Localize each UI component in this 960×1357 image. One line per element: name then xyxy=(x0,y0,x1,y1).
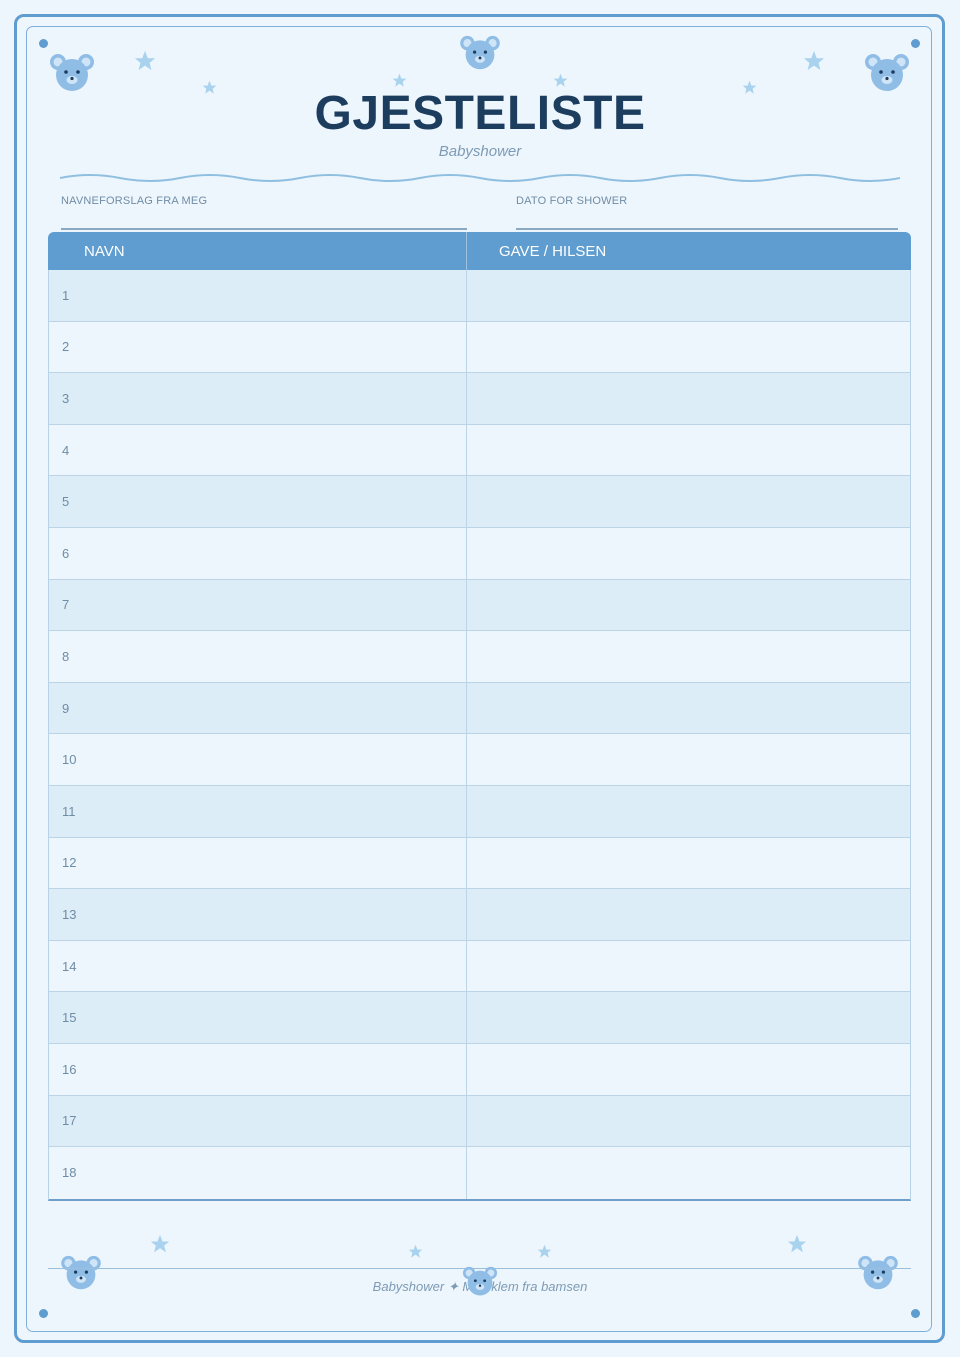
star-icon xyxy=(803,50,825,71)
shower-date-label: DATO FOR SHOWER xyxy=(516,195,628,207)
star-icon xyxy=(134,50,156,71)
gift-cell[interactable] xyxy=(467,1096,910,1147)
gift-cell[interactable] xyxy=(467,373,910,424)
row-number: 12 xyxy=(62,855,77,871)
corner-dot xyxy=(911,39,920,48)
corner-dot xyxy=(39,1309,48,1318)
table-row: 15 xyxy=(49,992,910,1044)
name-suggestion-label: NAVNEFORSLAG FRA MEG xyxy=(61,195,208,207)
table-row: 1 xyxy=(49,270,910,322)
wave-divider xyxy=(60,174,900,182)
row-number: 15 xyxy=(62,1010,77,1026)
gift-cell[interactable] xyxy=(467,838,910,889)
table-body: 1 2 3 4 5 6 7 8 9 10 11 12 13 14 15 16 17 18 xyxy=(48,270,911,1201)
gift-cell[interactable] xyxy=(467,580,910,631)
name-cell[interactable]: 15 xyxy=(49,992,467,1043)
table-row: 8 xyxy=(49,631,910,683)
row-number: 1 xyxy=(62,287,70,303)
row-number: 17 xyxy=(62,1113,77,1129)
row-number: 11 xyxy=(62,803,76,819)
table-row: 12 xyxy=(49,837,910,890)
guest-table: NAVN GAVE / HILSEN 1 2 3 4 5 6 7 8 9 10 11 12 13 14 15… xyxy=(48,232,911,1201)
page-subtitle: Babyshower xyxy=(438,143,522,160)
gift-cell[interactable] xyxy=(467,631,910,682)
table-row: 9 xyxy=(49,682,910,735)
page-title: GJESTELISTE xyxy=(314,87,646,140)
row-number: 16 xyxy=(62,1061,77,1077)
gift-cell[interactable] xyxy=(467,734,910,785)
shower-date-field[interactable] xyxy=(516,228,898,230)
table-row: 3 xyxy=(49,373,910,425)
table-row: 11 xyxy=(49,785,910,838)
star-icon xyxy=(537,1244,552,1258)
name-cell[interactable]: 8 xyxy=(49,631,467,682)
row-number: 10 xyxy=(62,752,77,768)
table-row: 5 xyxy=(49,476,910,528)
row-number: 9 xyxy=(62,700,70,716)
table-header: NAVN GAVE / HILSEN xyxy=(48,232,911,270)
gift-cell[interactable] xyxy=(467,528,910,579)
bear-face-icon xyxy=(460,35,500,70)
star-icon xyxy=(150,1234,170,1253)
bear-face-icon xyxy=(462,1266,498,1296)
table-row: 7 xyxy=(49,579,910,632)
table-row: 13 xyxy=(49,889,910,941)
table-row: 17 xyxy=(49,1095,910,1148)
name-cell[interactable]: 17 xyxy=(49,1095,467,1147)
name-cell[interactable]: 4 xyxy=(49,424,467,476)
table-row: 4 xyxy=(49,424,910,477)
name-cell[interactable]: 13 xyxy=(49,889,467,940)
name-cell[interactable]: 16 xyxy=(49,1043,467,1095)
name-cell[interactable]: 12 xyxy=(49,837,467,889)
row-number: 5 xyxy=(62,494,70,510)
name-cell[interactable]: 18 xyxy=(49,1147,467,1199)
gift-cell[interactable] xyxy=(467,425,910,476)
row-number: 14 xyxy=(62,958,77,974)
corner-dot xyxy=(911,1309,920,1318)
table-row: 16 xyxy=(49,1043,910,1096)
table-row: 10 xyxy=(49,734,910,786)
name-cell[interactable]: 14 xyxy=(49,940,467,992)
gift-cell[interactable] xyxy=(467,683,910,734)
gift-cell[interactable] xyxy=(467,1044,910,1095)
table-row: 18 xyxy=(49,1147,910,1199)
table-row: 14 xyxy=(49,940,910,993)
gift-cell[interactable] xyxy=(467,786,910,837)
row-number: 8 xyxy=(62,648,70,664)
row-number: 18 xyxy=(62,1165,77,1181)
row-number: 2 xyxy=(62,339,70,355)
gift-cell[interactable] xyxy=(467,889,910,940)
row-number: 13 xyxy=(62,906,77,922)
name-cell[interactable]: 11 xyxy=(49,785,467,837)
row-number: 7 xyxy=(62,597,70,613)
row-number: 6 xyxy=(62,545,70,561)
corner-dot xyxy=(39,39,48,48)
gift-cell[interactable] xyxy=(467,476,910,527)
table-row: 2 xyxy=(49,321,910,374)
name-cell[interactable]: 10 xyxy=(49,734,467,785)
gift-cell[interactable] xyxy=(467,270,910,321)
gift-cell[interactable] xyxy=(467,941,910,992)
name-cell[interactable]: 1 xyxy=(49,270,467,321)
gift-cell[interactable] xyxy=(467,322,910,373)
name-cell[interactable]: 9 xyxy=(49,682,467,734)
name-cell[interactable]: 2 xyxy=(49,321,467,373)
name-cell[interactable]: 6 xyxy=(49,527,467,579)
name-cell[interactable]: 3 xyxy=(49,373,467,424)
name-cell[interactable]: 7 xyxy=(49,579,467,631)
name-cell[interactable]: 5 xyxy=(49,476,467,527)
row-number: 3 xyxy=(62,390,70,406)
star-icon xyxy=(787,1234,807,1253)
name-suggestion-field[interactable] xyxy=(61,228,467,230)
row-number: 4 xyxy=(62,442,70,458)
column-header-gift: GAVE / HILSEN xyxy=(499,242,607,260)
star-icon xyxy=(408,1244,423,1258)
column-header-name: NAVN xyxy=(48,232,467,270)
table-row: 6 xyxy=(49,527,910,580)
gift-cell[interactable] xyxy=(467,1147,910,1199)
gift-cell[interactable] xyxy=(467,992,910,1043)
